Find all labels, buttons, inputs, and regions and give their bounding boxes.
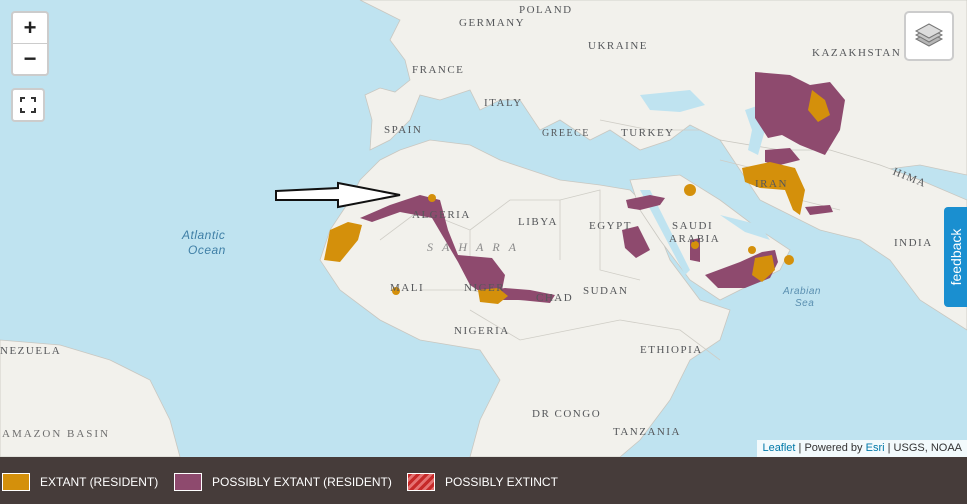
range-arabia-dot-2 — [784, 255, 794, 265]
attribution-sources: | USGS, NOAA — [884, 442, 962, 454]
legend-swatch-possibly-extinct — [407, 473, 435, 491]
label-egypt: EGYPT — [589, 220, 632, 232]
legend-label-possibly-extinct: POSSIBLY EXTINCT — [445, 475, 558, 489]
legend-item-possibly-extinct: POSSIBLY EXTINCT — [407, 472, 558, 492]
range-algeria-dot — [428, 194, 436, 202]
range-iran-dot — [748, 246, 756, 254]
label-spain: SPAIN — [384, 124, 423, 136]
layers-button[interactable] — [904, 11, 954, 61]
label-france: FRANCE — [412, 64, 465, 76]
label-ocean: Ocean — [188, 243, 226, 257]
label-turkey: TURKEY — [621, 127, 675, 139]
range-map[interactable]: GERMANY POLAND UKRAINE KAZAKHSTAN FRANCE… — [0, 0, 967, 457]
label-poland: POLAND — [519, 4, 573, 16]
label-libya: LIBYA — [518, 216, 558, 228]
zoom-control: + − — [11, 11, 49, 76]
label-saudi: SAUDI — [672, 220, 714, 232]
label-arabian: Arabian — [783, 286, 821, 297]
fullscreen-icon — [20, 97, 36, 113]
label-greece: GREECE — [542, 128, 590, 139]
legend-label-possibly-extant: POSSIBLY EXTANT (RESIDENT) — [212, 475, 392, 489]
label-ukraine: UKRAINE — [588, 40, 648, 52]
label-nigeria: NIGERIA — [454, 325, 510, 337]
legend-label-extant: EXTANT (RESIDENT) — [40, 475, 159, 489]
label-sudan: SUDAN — [583, 285, 629, 297]
map-attribution: Leaflet | Powered by Esri | USGS, NOAA — [757, 440, 967, 457]
legend-item-extant: EXTANT (RESIDENT) — [2, 472, 158, 492]
label-sea: Sea — [795, 298, 815, 309]
range-arabia-dot-1 — [684, 184, 696, 196]
label-algeria: ALGERIA — [412, 209, 471, 221]
label-ethiopia: ETHIOPIA — [640, 344, 703, 356]
feedback-tab[interactable]: feedback — [944, 207, 967, 307]
map-canvas[interactable] — [0, 0, 967, 457]
legend-item-possibly-extant: POSSIBLY EXTANT (RESIDENT) — [174, 472, 392, 492]
label-dr-congo: DR CONGO — [532, 408, 602, 420]
feedback-label: feedback — [947, 228, 964, 286]
label-sahara: SAHARA — [427, 240, 525, 254]
legend-swatch-possibly-extant — [174, 473, 202, 491]
esri-link[interactable]: Esri — [866, 442, 885, 454]
label-atlantic: Atlantic — [182, 228, 226, 242]
label-amazon-basin: AMAZON BASIN — [2, 428, 111, 440]
label-kazakhstan: KAZAKHSTAN — [812, 47, 902, 59]
label-iran: IRAN — [755, 178, 788, 190]
label-mali: MALI — [390, 282, 425, 294]
label-venezuela: NEZUELA — [0, 345, 62, 357]
zoom-in-button[interactable]: + — [13, 13, 47, 44]
label-india: INDIA — [894, 237, 933, 249]
label-italy: ITALY — [484, 97, 523, 109]
layers-icon — [914, 23, 944, 47]
label-chad: CHAD — [536, 292, 574, 304]
label-niger: NIGER — [464, 282, 506, 294]
map-legend: EXTANT (RESIDENT) POSSIBLY EXTANT (RESID… — [0, 457, 967, 504]
powered-by-text: | Powered by — [795, 442, 866, 454]
leaflet-link[interactable]: Leaflet — [762, 442, 795, 454]
zoom-out-button[interactable]: − — [13, 44, 47, 74]
fullscreen-button[interactable] — [11, 88, 45, 122]
legend-swatch-extant — [2, 473, 30, 491]
label-tanzania: TANZANIA — [613, 426, 681, 438]
label-germany: GERMANY — [459, 17, 526, 29]
label-arabia: ARABIA — [669, 233, 721, 245]
